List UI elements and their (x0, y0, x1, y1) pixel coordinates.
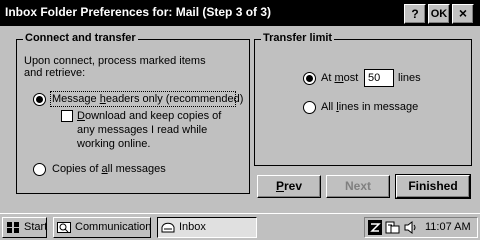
download-copies-label-line3: working online. (77, 138, 151, 150)
finished-button[interactable]: Finished (395, 174, 471, 199)
communication-icon (57, 222, 71, 233)
next-button[interactable]: Next (326, 175, 390, 198)
transfer-limit-legend: Transfer limit (261, 32, 335, 44)
windows-logo-icon (7, 222, 19, 233)
network-icon[interactable] (368, 220, 382, 235)
download-copies-label[interactable]: Download and keep copies of (77, 110, 221, 122)
download-copies-label-line2: any messages I read while (77, 124, 208, 136)
connect-description-line2: and retrieve: (24, 67, 86, 79)
headers-only-label[interactable]: Message headers only (recommended) (52, 93, 243, 105)
prev-button[interactable]: Prev (257, 175, 321, 198)
taskbar-communication[interactable]: Communication (53, 217, 151, 238)
start-label: Start (24, 221, 48, 233)
taskbar-inbox[interactable]: Inbox (157, 217, 257, 238)
help-button[interactable]: ? (404, 4, 426, 24)
headers-only-radio[interactable] (33, 93, 46, 106)
ok-button[interactable]: OK (428, 4, 450, 24)
lines-unit-label: lines (398, 72, 421, 84)
close-button[interactable]: × (452, 4, 474, 24)
copies-all-label[interactable]: Copies of all messages (52, 163, 166, 175)
at-most-label[interactable]: At most (321, 72, 358, 84)
taskbar-clock[interactable]: 11:07 AM (425, 221, 471, 233)
speaker-icon[interactable] (403, 220, 419, 235)
all-lines-radio[interactable] (303, 101, 316, 114)
connect-transfer-legend: Connect and transfer (23, 32, 138, 44)
pc-card-icon[interactable] (385, 220, 401, 235)
start-button[interactable]: Start (2, 217, 47, 238)
all-lines-label[interactable]: All lines in message (321, 101, 418, 113)
taskbar: Start Communication Inbox 11:07 AM (0, 213, 480, 240)
connect-description-line1: Upon connect, process marked items (24, 55, 206, 67)
inbox-icon (161, 222, 175, 233)
system-tray: 11:07 AM (364, 217, 478, 238)
title-bar: Inbox Folder Preferences for: Mail (Step… (0, 0, 480, 26)
inbox-label: Inbox (179, 221, 206, 233)
window-title: Inbox Folder Preferences for: Mail (Step… (5, 5, 272, 19)
download-copies-checkbox[interactable] (61, 110, 73, 122)
communication-label: Communication (75, 221, 152, 233)
at-most-radio[interactable] (303, 72, 316, 85)
copies-all-radio[interactable] (33, 163, 46, 176)
lines-limit-input[interactable] (364, 69, 394, 87)
